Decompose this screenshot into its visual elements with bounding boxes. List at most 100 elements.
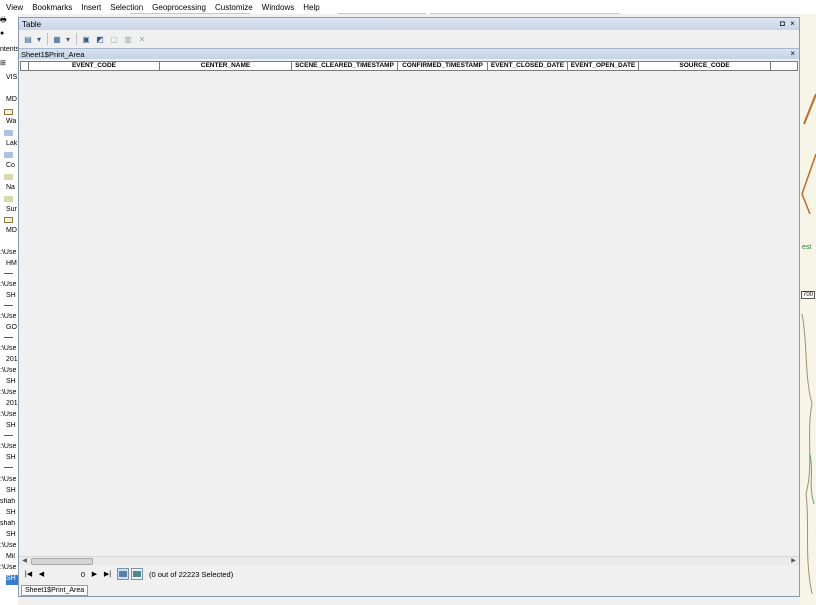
scrollbar-thumb[interactable]	[31, 558, 93, 565]
selection-status: (0 out of 22223 Selected)	[149, 569, 234, 579]
chevron-down-icon[interactable]: ▾	[65, 33, 71, 45]
next-record-button[interactable]: ▶	[89, 569, 100, 580]
previous-record-button[interactable]: ◀	[36, 569, 47, 580]
toc-group[interactable]: :\Use	[0, 345, 18, 355]
row-selector-header[interactable]	[21, 62, 29, 70]
table-title: Table	[22, 19, 42, 29]
column-header-confirmed-timestamp[interactable]: CONFIRMED_TIMESTAMP	[398, 62, 488, 70]
layer-swatch	[4, 467, 13, 468]
menu-help[interactable]: Help	[303, 3, 319, 12]
column-header-source-code[interactable]: SOURCE_CODE	[639, 62, 771, 70]
toc-header: ntents	[0, 46, 18, 53]
toc-layer[interactable]: SH	[6, 531, 18, 541]
toc-layer[interactable]: SH	[6, 454, 18, 464]
toc-layer[interactable]: MD	[6, 227, 18, 237]
toolbar-divider	[130, 13, 250, 14]
menu-view[interactable]: View	[6, 3, 23, 12]
column-header-event-closed-date[interactable]: EVENT_CLOSED_DATE	[488, 62, 568, 70]
toc-group[interactable]: shah	[0, 520, 18, 530]
show-all-records-button[interactable]	[117, 568, 129, 580]
table-options-icon[interactable]: ▤	[22, 33, 34, 45]
table-tab[interactable]: Sheet1$Print_Area ×	[19, 48, 799, 59]
last-record-button[interactable]: ▶|	[102, 569, 113, 580]
close-window-button[interactable]: ×	[788, 19, 797, 28]
toolbar-divider	[338, 13, 426, 14]
column-header-event-open-date[interactable]: EVENT_OPEN_DATE	[568, 62, 639, 70]
toc-layer[interactable]: SH	[6, 422, 18, 432]
table-toolbar: ▤ ▾ ▦ ▾ ▣ ◩ ▢ ▥ ✕	[19, 31, 799, 47]
toc-group[interactable]: :\Use	[0, 313, 18, 323]
bottom-table-tab[interactable]: Sheet1$Print_Area	[21, 585, 89, 596]
layer-swatch	[4, 305, 13, 306]
layer-swatch	[4, 435, 13, 436]
chevron-down-icon[interactable]: ▾	[36, 33, 42, 45]
attribute-grid[interactable]: EVENT_CODE CENTER_NAME SCENE_CLEARED_TIM…	[19, 60, 799, 556]
related-tables-icon[interactable]: ▦	[51, 33, 63, 45]
show-selected-records-button[interactable]	[131, 568, 143, 580]
toc-layer[interactable]: SH	[6, 292, 18, 302]
menu-bookmarks[interactable]: Bookmarks	[32, 3, 72, 12]
layer-swatch	[4, 130, 13, 136]
toc-layer[interactable]: Na	[6, 184, 18, 194]
toc-group[interactable]: :\Use	[0, 389, 18, 399]
pin-icon[interactable]: ◘	[778, 19, 787, 28]
table-title-bar[interactable]: Table ◘ ×	[19, 18, 799, 30]
toc-layer[interactable]: MD	[6, 96, 18, 106]
toc-group[interactable]: :\Use	[0, 476, 18, 486]
current-record-field[interactable]: 0	[49, 569, 89, 580]
toc-layer[interactable]: Mil	[6, 553, 18, 563]
toolbar-separator	[76, 33, 77, 45]
toc-group[interactable]: :\Use	[0, 564, 18, 574]
toc-layer[interactable]: Co	[6, 162, 18, 172]
close-tab-button[interactable]: ×	[790, 49, 795, 59]
toc-layer[interactable]: Lak	[6, 140, 18, 150]
toc-layer[interactable]: SH	[6, 378, 18, 388]
menu-insert[interactable]: Insert	[81, 3, 101, 12]
layer-swatch	[4, 337, 13, 338]
toc-layer[interactable]: HM	[6, 260, 18, 270]
show-all-records-icon	[119, 571, 127, 577]
toc-layer[interactable]: Wa	[6, 118, 18, 128]
column-header-event-code[interactable]: EVENT_CODE	[29, 62, 160, 70]
route-shield: 700	[801, 291, 816, 299]
select-by-attributes-icon[interactable]: ▣	[80, 33, 92, 45]
scroll-right-icon[interactable]: ▶	[789, 557, 798, 566]
toc-group[interactable]: :\Use	[0, 249, 18, 259]
menu-geoprocessing[interactable]: Geoprocessing	[152, 3, 206, 12]
column-header-scene-cleared-timestamp[interactable]: SCENE_CLEARED_TIMESTAMP	[292, 62, 398, 70]
horizontal-scrollbar[interactable]: ◀ ▶	[19, 556, 799, 565]
toc-layer[interactable]: 201	[6, 356, 18, 366]
zoom-to-selected-icon[interactable]: ▥	[122, 33, 134, 45]
list-by-source-icon[interactable]: ⊞	[0, 59, 18, 69]
column-header-extra[interactable]	[771, 62, 797, 70]
menu-customize[interactable]: Customize	[215, 3, 253, 12]
toc-layer[interactable]: SH	[6, 487, 18, 497]
scroll-left-icon[interactable]: ◀	[20, 557, 29, 566]
toc-layer[interactable]: Sur	[6, 206, 18, 216]
toc-layer[interactable]: SH	[6, 509, 18, 519]
menu-windows[interactable]: Windows	[262, 3, 294, 12]
toc-group[interactable]: :\Use	[0, 367, 18, 377]
column-header-center-name[interactable]: CENTER_NAME	[160, 62, 292, 70]
toc-layer[interactable]: GO	[6, 324, 18, 334]
toc-group[interactable]: :\Use	[0, 443, 18, 453]
map-view[interactable]: est 700	[800, 14, 816, 605]
toc-group[interactable]: :\Use	[0, 542, 18, 552]
layer-swatch	[4, 273, 13, 274]
delete-selected-icon[interactable]: ✕	[136, 33, 148, 45]
print-icon[interactable]: 🖶	[0, 16, 18, 26]
menu-selection[interactable]: Selection	[110, 3, 143, 12]
globe-icon[interactable]: ●	[0, 30, 18, 40]
layer-swatch	[4, 196, 13, 202]
toc-layer-selected[interactable]: SH	[6, 575, 18, 585]
clear-selection-icon[interactable]: ▢	[108, 33, 120, 45]
first-record-button[interactable]: |◀	[23, 569, 34, 580]
table-tab-title: Sheet1$Print_Area	[21, 49, 85, 59]
table-window: Table ◘ × ▤ ▾ ▦ ▾ ▣ ◩ ▢ ▥ ✕ Sheet1$Print…	[18, 17, 800, 597]
toc-layer[interactable]: 201	[6, 400, 18, 410]
toc-layer[interactable]: VIS	[6, 74, 18, 84]
toc-group[interactable]: :\Use	[0, 281, 18, 291]
toc-group[interactable]: shah	[0, 498, 18, 508]
switch-selection-icon[interactable]: ◩	[94, 33, 106, 45]
toc-group[interactable]: :\Use	[0, 411, 18, 421]
